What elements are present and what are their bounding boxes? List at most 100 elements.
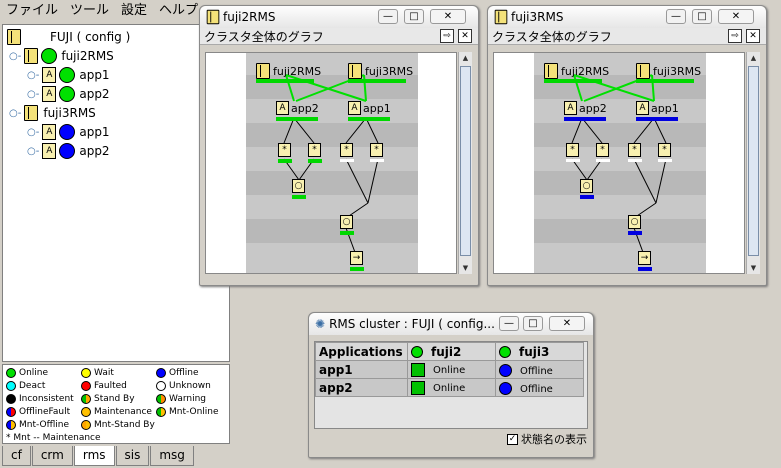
- graph-resource[interactable]: →: [638, 251, 651, 265]
- close-icon[interactable]: ✕: [746, 29, 760, 43]
- minimize-button[interactable]: —: [666, 9, 686, 24]
- col-fuji2[interactable]: fuji2: [407, 342, 496, 361]
- scroll-up-icon[interactable]: ▲: [459, 52, 472, 64]
- graph-host-fuji3[interactable]: fuji3RMS: [636, 63, 701, 79]
- graph-app2[interactable]: Aapp2: [564, 101, 607, 115]
- mnt-standby-dot-icon: [81, 420, 91, 430]
- scroll-up-icon[interactable]: ▲: [747, 52, 760, 64]
- graph-app1[interactable]: Aapp1: [348, 101, 391, 115]
- graph-host-fuji2[interactable]: fuji2RMS: [256, 63, 321, 79]
- close-button[interactable]: ✕: [430, 9, 466, 24]
- app-icon: A: [42, 86, 57, 102]
- graph-resource[interactable]: ○: [628, 215, 641, 229]
- online-bar: [340, 231, 354, 235]
- tree-app-label: app1: [79, 125, 110, 139]
- graph-resource[interactable]: *: [308, 143, 321, 157]
- online-bar: [292, 195, 306, 199]
- tree-node-fuji2[interactable]: ○- fuji2RMS: [9, 47, 114, 65]
- offline-bar: [638, 267, 652, 271]
- graph-resource[interactable]: *: [278, 143, 291, 157]
- legend-item: OfflineFault: [6, 407, 70, 417]
- offline-dot-icon: [499, 363, 512, 377]
- restore-icon[interactable]: ⇨: [728, 29, 742, 43]
- graph-resource[interactable]: ○: [580, 179, 593, 193]
- maximize-button[interactable]: □: [523, 316, 543, 331]
- unknown-bar: [566, 159, 580, 162]
- graph-resource[interactable]: *: [658, 143, 671, 157]
- close-icon[interactable]: ✕: [458, 29, 472, 43]
- expand-icon[interactable]: ○-: [27, 89, 39, 100]
- resource-icon: *: [370, 143, 383, 157]
- checkbox-icon: ✓: [507, 433, 518, 445]
- graph-panel: クラスタ全体のグラフ ⇨ ✕: [200, 28, 478, 45]
- menu-tools[interactable]: ツール: [64, 0, 115, 22]
- graph-resource[interactable]: *: [370, 143, 383, 157]
- tab-crm[interactable]: crm: [31, 446, 73, 466]
- col-fuji3[interactable]: fuji3: [495, 342, 584, 361]
- maintenance-dot-icon: [81, 407, 91, 417]
- expand-icon[interactable]: ○-: [27, 127, 39, 138]
- tree-app-fuji3-app1[interactable]: ○- A app1: [27, 123, 110, 141]
- resource-icon: →: [350, 251, 363, 265]
- expand-icon[interactable]: ○-: [9, 51, 21, 62]
- table-row[interactable]: app1 Online Offline: [315, 360, 584, 379]
- menu-file[interactable]: ファイル: [0, 0, 64, 22]
- status-table-container: Applications fuji2 fuji3 app1 Online Off…: [314, 341, 588, 429]
- scroll-down-icon[interactable]: ▼: [747, 262, 760, 274]
- tab-rms[interactable]: rms: [73, 446, 115, 466]
- legend-item: Maintenance: [81, 407, 152, 417]
- host-icon: [544, 63, 558, 79]
- resource-icon: *: [658, 143, 671, 157]
- close-button[interactable]: ✕: [549, 316, 585, 331]
- show-state-names-checkbox[interactable]: ✓ 状態名の表示: [507, 431, 587, 447]
- scroll-down-icon[interactable]: ▼: [459, 262, 472, 274]
- graph-app2[interactable]: Aapp2: [276, 101, 319, 115]
- maximize-button[interactable]: □: [404, 9, 424, 24]
- expand-icon[interactable]: ○-: [27, 70, 39, 81]
- row-app: app1: [315, 360, 408, 379]
- tab-sis[interactable]: sis: [115, 446, 150, 466]
- restore-icon[interactable]: ⇨: [440, 29, 454, 43]
- menu-settings[interactable]: 設定: [115, 0, 153, 22]
- tree-app-fuji2-app2[interactable]: ○- A app2: [27, 85, 110, 103]
- graph-vscrollbar[interactable]: ▲ ▼: [458, 52, 472, 274]
- inconsistent-dot-icon: [6, 394, 16, 404]
- graph-subtitle: クラスタ全体のグラフ: [488, 28, 766, 45]
- cluster-icon: [7, 29, 21, 45]
- unknown-bar: [628, 159, 642, 162]
- legend-item: Faulted: [81, 381, 127, 391]
- minimize-button[interactable]: —: [499, 316, 519, 331]
- expand-icon[interactable]: ○-: [9, 108, 21, 119]
- tree-root[interactable]: FUJI ( config ): [7, 28, 130, 46]
- minimize-button[interactable]: —: [378, 9, 398, 24]
- graph-vscrollbar[interactable]: ▲ ▼: [746, 52, 760, 274]
- graph-host-fuji3[interactable]: fuji3RMS: [348, 63, 413, 79]
- graph-host-fuji2[interactable]: fuji2RMS: [544, 63, 609, 79]
- close-button[interactable]: ✕: [718, 9, 754, 24]
- scroll-thumb[interactable]: [748, 66, 759, 256]
- tab-msg[interactable]: msg: [150, 446, 194, 466]
- graph-resource[interactable]: →: [350, 251, 363, 265]
- expand-icon[interactable]: ○-: [27, 146, 39, 157]
- unknown-bar: [370, 159, 384, 162]
- graph-resource[interactable]: *: [566, 143, 579, 157]
- graph-resource[interactable]: *: [628, 143, 641, 157]
- graph-resource[interactable]: ○: [292, 179, 305, 193]
- graph-resource[interactable]: ○: [340, 215, 353, 229]
- tree-node-fuji3[interactable]: ○- fuji3RMS: [9, 104, 96, 122]
- graph-resource[interactable]: *: [340, 143, 353, 157]
- tab-cf[interactable]: cf: [2, 446, 31, 466]
- scroll-thumb[interactable]: [460, 66, 471, 256]
- tree-root-label: FUJI ( config ): [50, 30, 131, 44]
- table-row[interactable]: app2 Online Offline: [315, 378, 584, 397]
- graph-app1[interactable]: Aapp1: [636, 101, 679, 115]
- maximize-button[interactable]: □: [692, 9, 712, 24]
- tree-app-fuji2-app1[interactable]: ○- A app1: [27, 66, 110, 84]
- menu-help[interactable]: ヘルプ: [153, 0, 204, 22]
- app-icon: A: [42, 143, 57, 159]
- online-dot-icon: [6, 368, 16, 378]
- tree-app-fuji3-app2[interactable]: ○- A app2: [27, 142, 110, 160]
- graph-resource[interactable]: *: [596, 143, 609, 157]
- col-applications[interactable]: Applications: [315, 342, 408, 361]
- standby-dot-icon: [81, 394, 91, 404]
